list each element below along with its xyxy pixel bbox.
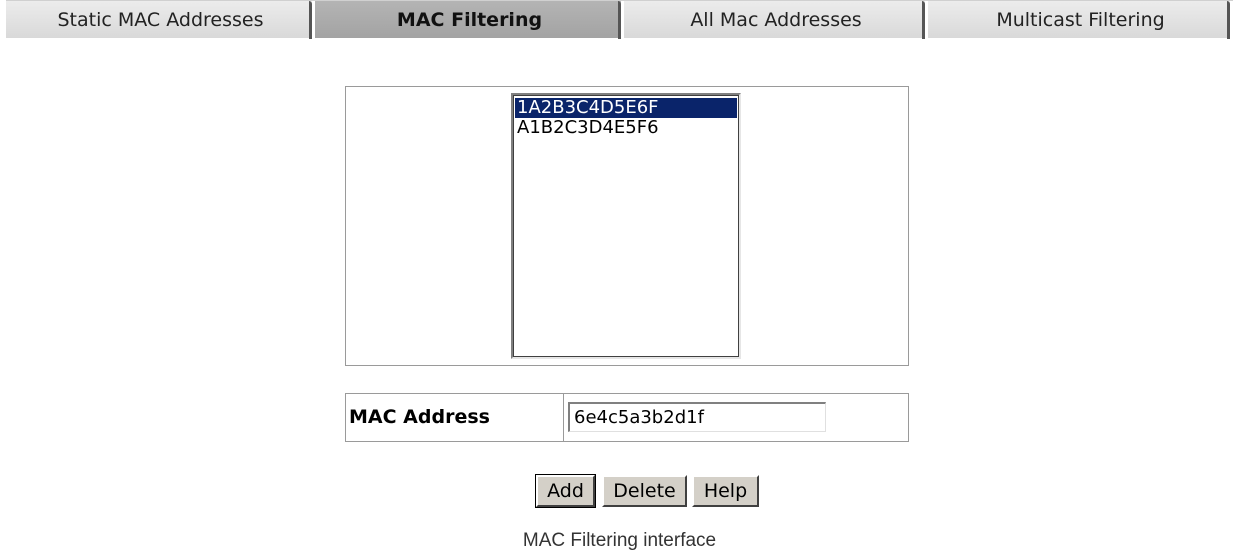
figure-caption: MAC Filtering interface <box>522 530 717 551</box>
tab-label: All Mac Addresses <box>690 9 862 31</box>
delete-button[interactable]: Delete <box>602 475 687 507</box>
tab-bar: Static MAC Addresses MAC Filtering All M… <box>6 0 1234 40</box>
tab-multicast-filtering[interactable]: Multicast Filtering <box>928 0 1234 39</box>
mac-address-label: MAC Address <box>346 394 564 441</box>
mac-address-input[interactable] <box>568 402 826 432</box>
mac-address-row: MAC Address <box>345 393 909 442</box>
tab-static-mac-addresses[interactable]: Static MAC Addresses <box>6 0 316 39</box>
tab-label: MAC Filtering <box>396 9 543 31</box>
help-button[interactable]: Help <box>692 475 759 507</box>
list-item[interactable]: A1B2C3D4E5F6 <box>515 118 737 138</box>
tab-label: Multicast Filtering <box>996 9 1165 31</box>
tab-all-mac-addresses[interactable]: All Mac Addresses <box>624 0 929 39</box>
tab-mac-filtering[interactable]: MAC Filtering <box>315 0 625 39</box>
mac-list-panel: 1A2B3C4D5E6F A1B2C3D4E5F6 <box>345 86 909 366</box>
tab-label: Static MAC Addresses <box>57 9 264 31</box>
add-button[interactable]: Add <box>535 474 596 508</box>
mac-address-listbox[interactable]: 1A2B3C4D5E6F A1B2C3D4E5F6 <box>511 93 741 359</box>
list-item[interactable]: 1A2B3C4D5E6F <box>515 98 737 118</box>
tab-divider <box>1225 1 1234 39</box>
